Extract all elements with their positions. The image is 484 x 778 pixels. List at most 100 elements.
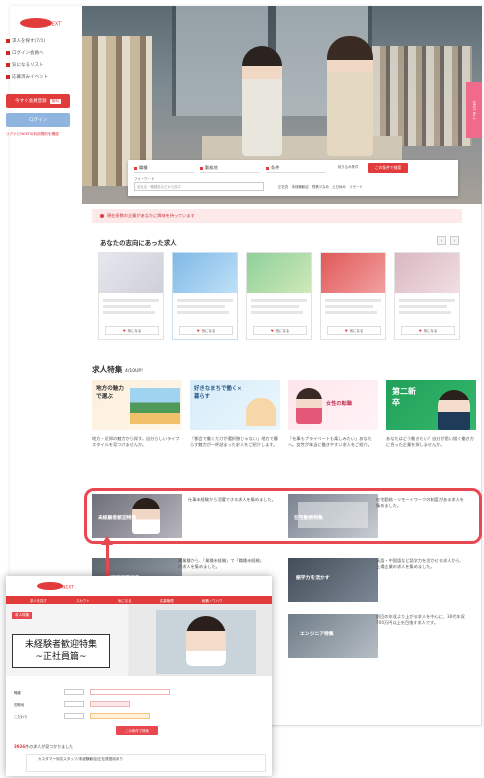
favorite-button[interactable]: ♥ 気になる	[105, 326, 159, 335]
job-card-text	[103, 305, 151, 308]
terms-link[interactable]: リクナビNEXTの利用規約を確認	[6, 132, 59, 137]
svg-text:NEXT: NEXT	[62, 585, 74, 591]
job-card-image	[247, 253, 311, 293]
inset-selected-chips[interactable]	[90, 713, 150, 719]
prev-page-button[interactable]: ‹	[437, 236, 446, 245]
job-card-text	[325, 305, 373, 308]
arrow-up-icon	[101, 536, 113, 545]
sidebar-link-favorites[interactable]: 気になるリスト	[6, 62, 44, 68]
inset-nav-item[interactable]: 転職ノウハウ	[202, 598, 222, 603]
job-card-text	[325, 299, 381, 302]
job-card-image	[173, 253, 237, 293]
feature-tile-image	[296, 388, 322, 424]
keyword-label: フリーワード	[134, 177, 155, 181]
job-card-text	[399, 299, 455, 302]
inset-selected-chips[interactable]	[90, 689, 170, 695]
inset-form-label: こだわり	[14, 714, 28, 719]
next-page-button[interactable]: ›	[450, 236, 459, 245]
feature-tile-image	[130, 388, 180, 424]
feature-tile-regional[interactable]: 地方の魅力で選ぶ	[92, 380, 182, 430]
sidebar-link-events[interactable]: 応募済みイベント	[6, 74, 48, 80]
feature-desc: 前回の年収より上がる求人を中心に、30代年収700万円以上を目指す求人です。	[376, 614, 465, 626]
favorite-button[interactable]: ♥ 気になる	[401, 326, 455, 335]
feature-image-engineer[interactable]: エンジニア特集	[288, 614, 378, 658]
job-card[interactable]: ♥ 気になる	[98, 252, 164, 340]
inset-nav-item[interactable]: 気になる	[118, 598, 132, 603]
inset-selected-chips[interactable]	[90, 701, 130, 707]
job-card-image	[321, 253, 385, 293]
free-badge: 無料	[49, 98, 61, 104]
inset-select-button[interactable]	[64, 713, 84, 719]
alert-icon	[100, 214, 104, 218]
notice-bar[interactable]: 現在多数の企業があなたに興味を持っています	[92, 209, 462, 223]
inset-banner-person	[186, 616, 226, 666]
job-type-select[interactable]: 職種	[134, 164, 194, 173]
feature-desc: 異業種から、「業種未経験」で「職種未経験」の求人を集めました。	[178, 558, 264, 570]
heart-icon	[6, 62, 10, 67]
heart-icon: ♥	[344, 328, 348, 333]
search-button[interactable]: この条件で検索	[368, 163, 408, 173]
feature-desc: 英語・中国語など語学力を活かせる求人から、上場企業の求人を集めました。	[376, 558, 464, 570]
favorite-button[interactable]: ♥ 気になる	[253, 326, 307, 335]
svg-text:NEXT: NEXT	[48, 22, 62, 28]
hero-person-staff	[242, 46, 282, 156]
inset-tag: 求人特集	[12, 612, 33, 619]
job-card[interactable]: ♥ 気になる	[320, 252, 386, 340]
favorite-button[interactable]: ♥ 気になる	[327, 326, 381, 335]
inset-feature-title: 未経験者歓迎特集 ~正社員篇~	[12, 634, 110, 668]
inset-logo[interactable]: NEXT	[36, 580, 86, 592]
login-button[interactable]: ログイン	[6, 113, 70, 127]
feature-desc: 「仕事もプライベートも楽しみたい」あなたへ。女性が本当に働きやすい求人をご紹介。	[288, 436, 372, 448]
feature-tile-second-graduate[interactable]: 第二新卒	[386, 380, 476, 430]
job-card-text	[399, 305, 447, 308]
job-card-text	[177, 311, 229, 314]
job-card-image	[395, 253, 459, 293]
feature-tile-image	[246, 398, 276, 426]
feature-tile-image	[438, 390, 470, 430]
job-card-text	[325, 311, 377, 314]
job-card-text	[177, 299, 233, 302]
inset-hit-count: 3926件の求人が見つかりました	[14, 744, 74, 749]
inset-nav-item[interactable]: スカウト	[76, 598, 90, 603]
filter-checkboxes[interactable]: 正社員 未経験歓迎 残業少なめ 土日休み リモート	[278, 184, 363, 189]
register-button[interactable]: 今すぐ会員登録 無料	[6, 94, 70, 108]
feature-desc: 「都会で働くだけが選択肢じゃない」地方で暮らす魅力が一杯詰まった求人をご紹介しま…	[190, 436, 278, 448]
site-logo[interactable]: NEXT	[18, 16, 76, 30]
recommended-title: あなたの志向にあった求人	[100, 239, 177, 247]
heart-icon: ♥	[122, 328, 126, 333]
hero-clothing-rack-right	[372, 46, 472, 146]
hero-person-customer	[327, 36, 373, 156]
sidebar-link-login[interactable]: ログイン会員へ	[6, 50, 44, 56]
inset-select-button[interactable]	[64, 689, 84, 695]
feature-desc: 地方・近郊の魅力から探す。自分らしいライフスタイルを見つけませんか。	[92, 436, 180, 448]
job-card[interactable]: ♥ 気になる	[394, 252, 460, 340]
job-card-image	[99, 253, 163, 293]
job-card-text	[177, 305, 225, 308]
job-card[interactable]: ♥ 気になる	[246, 252, 312, 340]
job-card-text	[251, 305, 299, 308]
job-card-text	[103, 311, 155, 314]
job-card-text	[251, 311, 303, 314]
inset-nav-item[interactable]: 求人を探す	[30, 598, 47, 603]
user-icon	[6, 50, 10, 55]
sidebar-link-search[interactable]: 求人を探す(7/1)	[6, 38, 45, 44]
favorite-button[interactable]: ♥ 気になる	[179, 326, 233, 335]
inset-job-title[interactable]: カスタマー対応スタッフ/未経験歓迎/正社員登用あり	[38, 757, 123, 762]
inset-header: NEXT	[6, 576, 272, 596]
job-card[interactable]: ♥ 気になる	[172, 252, 238, 340]
pin-icon	[266, 166, 269, 170]
keyword-input[interactable]: 会社名・職種名などから探す	[134, 182, 264, 191]
feature-tile-living[interactable]: 好きなまちで働く×暮らす	[190, 380, 280, 430]
inset-nav-item[interactable]: 応募管理	[160, 598, 174, 603]
condition-select[interactable]: 条件	[266, 164, 326, 173]
features-title: 求人特集 4/10UP!	[92, 365, 143, 374]
inset-search-button[interactable]: この条件で検索	[116, 726, 158, 735]
feature-image-language[interactable]: 語学力を活かす	[288, 558, 378, 602]
inset-select-button[interactable]	[64, 701, 84, 707]
heart-icon: ♥	[418, 328, 422, 333]
job-card-text	[251, 299, 307, 302]
feature-tile-women[interactable]: 女性の転職	[288, 380, 378, 430]
side-promo-tab[interactable]: NEXT No.1	[466, 82, 482, 138]
inset-detail-page: NEXT 求人を探す スカウト 気になる 応募管理 転職ノウハウ 求人特集 未経…	[6, 576, 272, 776]
location-select[interactable]: 勤務地	[200, 164, 260, 173]
